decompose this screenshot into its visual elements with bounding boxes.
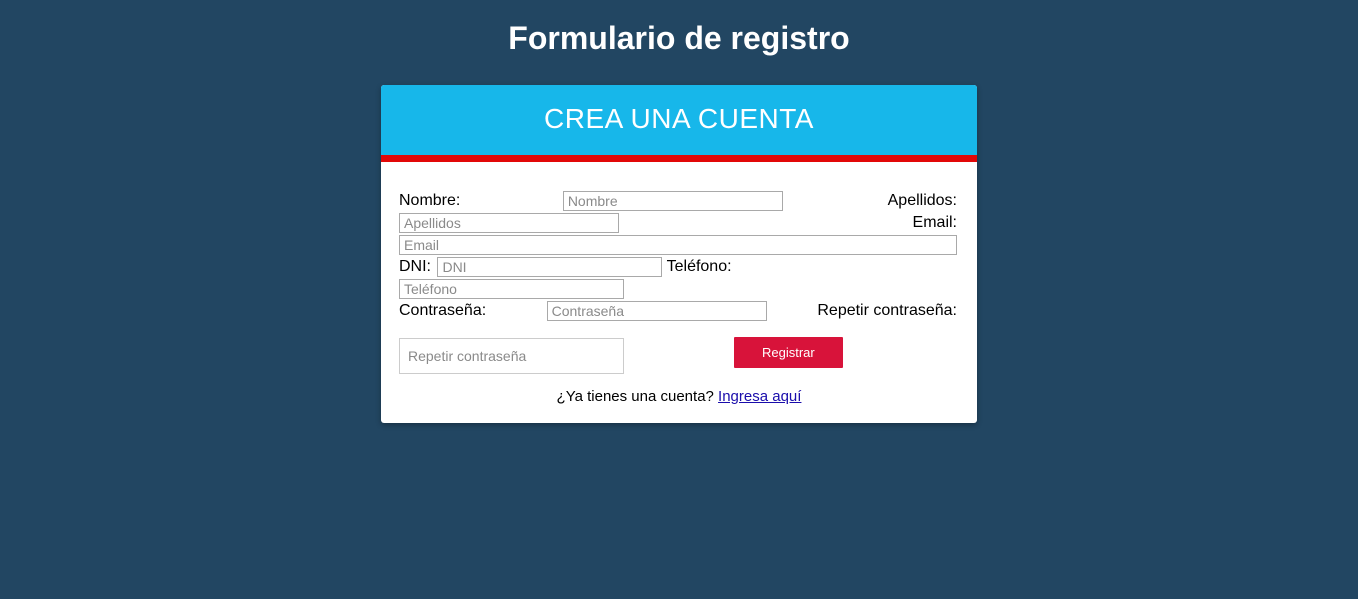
card-header: CREA UNA CUENTA [381,85,977,155]
nombre-field[interactable] [563,191,783,211]
page-title: Formulario de registro [0,20,1358,57]
email-field[interactable] [399,235,957,255]
repetir-contrasena-field[interactable] [399,338,624,374]
contrasena-field[interactable] [547,301,767,321]
register-button[interactable]: Registrar [734,337,843,368]
registration-card: CREA UNA CUENTA Nombre: Apellidos: Email… [381,85,977,423]
card-body: Nombre: Apellidos: Email: DNI: Teléfono:… [381,162,977,423]
nombre-label: Nombre: [399,192,460,209]
email-label: Email: [913,212,957,234]
divider-red [381,155,977,162]
dni-label: DNI: [399,258,431,275]
contrasena-label: Contraseña: [399,302,486,319]
apellidos-label: Apellidos: [888,190,957,212]
login-link[interactable]: Ingresa aquí [718,388,801,405]
telefono-label: Teléfono: [667,258,732,275]
telefono-field[interactable] [399,279,624,299]
login-question: ¿Ya tienes una cuenta? [557,388,719,405]
apellidos-field[interactable] [399,213,619,233]
dni-field[interactable] [437,257,662,277]
repetir-label: Repetir contraseña: [817,300,957,322]
